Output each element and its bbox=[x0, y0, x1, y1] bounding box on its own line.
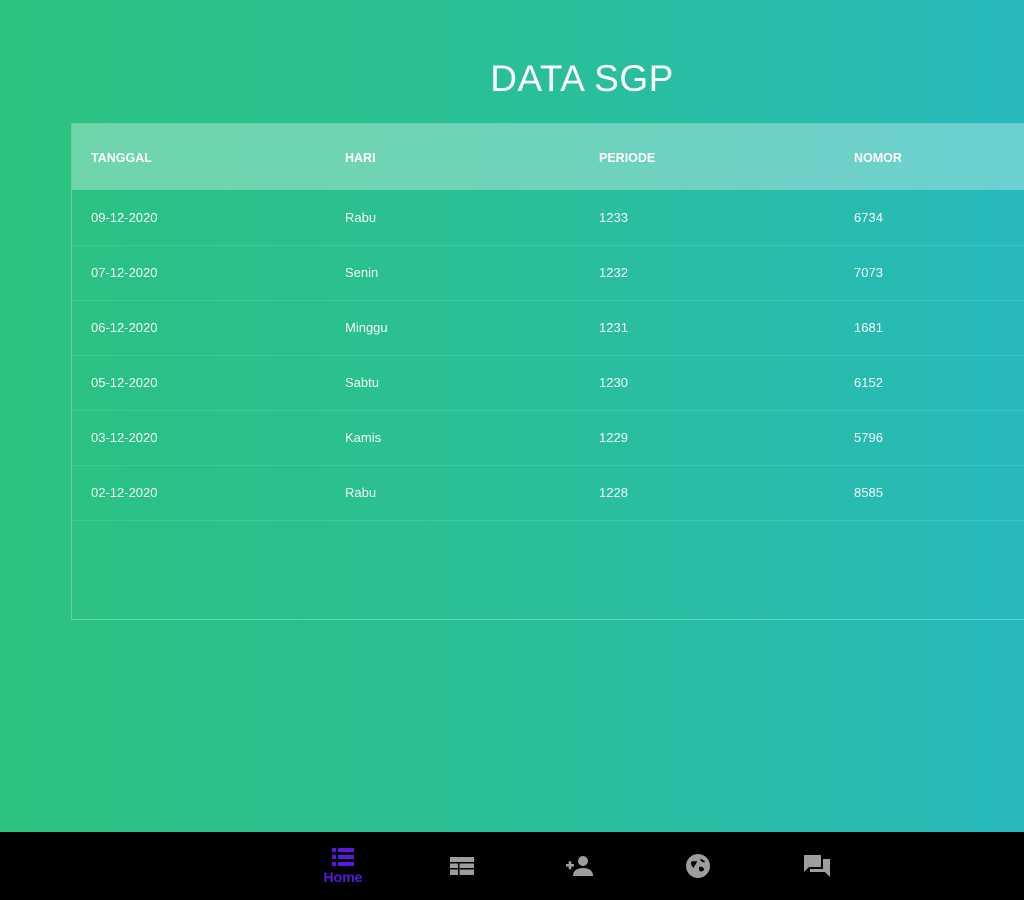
list-icon bbox=[332, 848, 354, 866]
cell-periode: 1233 bbox=[599, 210, 628, 225]
globe-icon bbox=[686, 854, 710, 878]
nav-item-table[interactable] bbox=[422, 832, 502, 900]
cell-nomor: 8585 bbox=[854, 485, 883, 500]
nav-item-chat[interactable] bbox=[777, 832, 857, 900]
data-table: TANGGAL HARI PERIODE NOMOR 09-12-2020 Ra… bbox=[71, 123, 1024, 620]
cell-tanggal: 03-12-2020 bbox=[91, 430, 158, 445]
chat-icon bbox=[804, 855, 830, 877]
bottom-navigation: Home bbox=[0, 832, 1024, 900]
column-header-periode: PERIODE bbox=[599, 151, 656, 165]
cell-hari: Senin bbox=[345, 265, 379, 280]
cell-periode: 1230 bbox=[599, 375, 628, 390]
nav-item-globe[interactable] bbox=[658, 832, 738, 900]
cell-hari: Kamis bbox=[345, 430, 382, 445]
cell-nomor: 6734 bbox=[854, 210, 883, 225]
cell-hari: Rabu bbox=[345, 485, 377, 500]
nav-item-home[interactable]: Home bbox=[303, 832, 383, 900]
cell-periode: 1232 bbox=[599, 265, 628, 280]
person-add-icon bbox=[566, 856, 593, 876]
table-row: 09-12-2020 Rabu 1233 6734 bbox=[72, 190, 1024, 246]
nav-item-add-person[interactable] bbox=[540, 832, 620, 900]
cell-tanggal: 05-12-2020 bbox=[91, 375, 158, 390]
table-row: 02-12-2020 Rabu 1228 8585 bbox=[72, 465, 1024, 521]
cell-tanggal: 06-12-2020 bbox=[91, 320, 158, 335]
page-title: DATA SGP bbox=[490, 58, 674, 99]
table-row: 06-12-2020 Minggu 1231 1681 bbox=[72, 300, 1024, 356]
table-row: 05-12-2020 Sabtu 1230 6152 bbox=[72, 355, 1024, 411]
table-row: 07-12-2020 Senin 1232 7073 bbox=[72, 245, 1024, 301]
cell-periode: 1229 bbox=[599, 430, 628, 445]
cell-tanggal: 07-12-2020 bbox=[91, 265, 158, 280]
column-header-nomor: NOMOR bbox=[854, 151, 902, 165]
cell-nomor: 5796 bbox=[854, 430, 883, 445]
cell-tanggal: 02-12-2020 bbox=[91, 485, 158, 500]
cell-hari: Sabtu bbox=[345, 375, 379, 390]
column-header-hari: HARI bbox=[345, 151, 376, 165]
cell-tanggal: 09-12-2020 bbox=[91, 210, 158, 225]
cell-nomor: 7073 bbox=[854, 265, 883, 280]
cell-nomor: 1681 bbox=[854, 320, 883, 335]
cell-periode: 1231 bbox=[599, 320, 628, 335]
column-header-tanggal: TANGGAL bbox=[91, 151, 152, 165]
nav-label-home: Home bbox=[323, 869, 363, 885]
cell-hari: Rabu bbox=[345, 210, 377, 225]
cell-hari: Minggu bbox=[345, 320, 388, 335]
table-row: 03-12-2020 Kamis 1229 5796 bbox=[72, 410, 1024, 466]
cell-periode: 1228 bbox=[599, 485, 628, 500]
cell-nomor: 6152 bbox=[854, 375, 883, 390]
table-icon bbox=[450, 857, 474, 875]
table-header: TANGGAL HARI PERIODE NOMOR bbox=[72, 124, 1024, 190]
